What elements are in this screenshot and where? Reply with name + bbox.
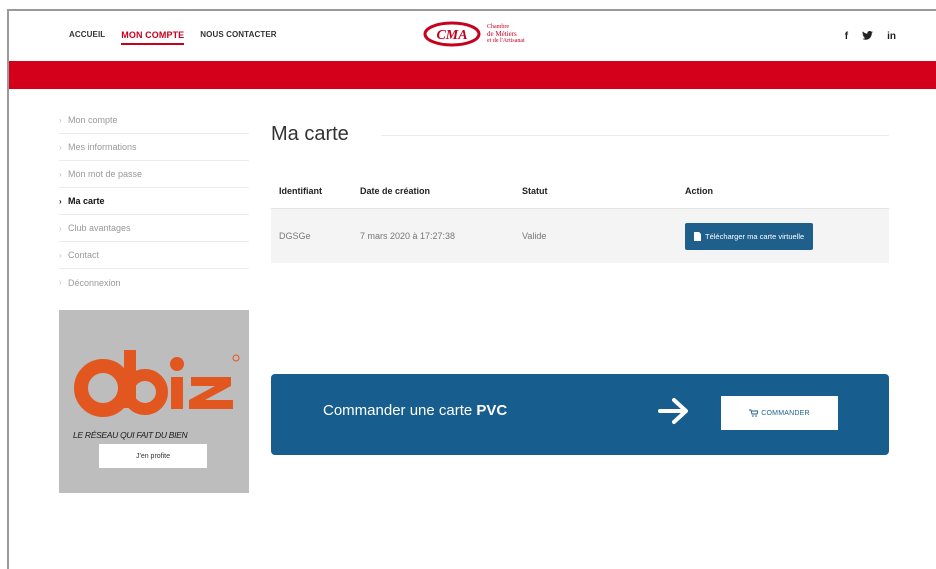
main-nav: ACCUEIL MON COMPTE NOUS CONTACTER (69, 30, 277, 45)
sidebar-item-ma-carte[interactable]: › Ma carte (59, 188, 249, 215)
sidebar-item-label: Club avantages (68, 223, 131, 233)
order-banner-prefix: Commander une carte (323, 402, 473, 419)
ad-tagline: LE RÉSEAU QUI FAIT DU BIEN (73, 430, 188, 440)
arrow-right-icon (658, 398, 688, 424)
chevron-right-icon: › (59, 169, 62, 179)
ad-cta-button[interactable]: J'en profite (99, 444, 207, 468)
twitter-icon[interactable] (862, 30, 874, 43)
linkedin-icon[interactable]: in (887, 31, 896, 43)
chevron-right-icon: › (59, 278, 62, 287)
sidebar-item-label: Mes informations (68, 142, 137, 152)
site-header: ACCUEIL MON COMPTE NOUS CONTACTER CMA Ch… (9, 11, 936, 61)
nav-mon-compte[interactable]: MON COMPTE (121, 30, 185, 45)
download-card-button[interactable]: Télécharger ma carte virtuelle (685, 222, 814, 250)
download-card-label: Télécharger ma carte virtuelle (705, 231, 805, 241)
svg-text:CMA: CMA (436, 28, 467, 43)
order-banner-text: Commander une carte PVC (323, 402, 507, 419)
cma-logo-mark: CMA (423, 21, 481, 47)
commander-label: COMMANDER (761, 409, 810, 417)
logo-line-3: et de l'Artisanat (487, 37, 525, 44)
chevron-right-icon: › (59, 115, 62, 125)
sidebar-item-label: Ma carte (68, 196, 105, 206)
page-title: Ma carte (271, 123, 349, 145)
order-pvc-banner: Commander une carte PVC COMMANDER (271, 374, 889, 455)
commander-button[interactable]: COMMANDER (721, 396, 838, 430)
sidebar-item-label: Mon mot de passe (68, 169, 143, 179)
header-identifiant: Identifiant (279, 185, 322, 196)
browser-frame: ACCUEIL MON COMPTE NOUS CONTACTER CMA Ch… (7, 9, 936, 569)
obiz-logo (74, 350, 240, 417)
sidebar-item-club-avantages[interactable]: › Club avantages (59, 215, 249, 242)
account-sidebar: › Mon compte › Mes informations › Mon mo… (59, 107, 249, 296)
title-divider (381, 135, 889, 136)
nav-nous-contacter[interactable]: NOUS CONTACTER (200, 30, 276, 45)
header-date-creation: Date de création (360, 185, 431, 196)
chevron-right-icon: › (59, 223, 62, 233)
red-banner-bar (9, 61, 936, 89)
sidebar-item-mon-mot-de-passe[interactable]: › Mon mot de passe (59, 161, 249, 188)
sidebar-item-contact[interactable]: › Contact (59, 242, 249, 269)
logo-line-2: de Métiers (487, 29, 517, 38)
sidebar-item-mon-compte[interactable]: › Mon compte (59, 107, 249, 134)
table-row: DGSGe 7 mars 2020 à 17:27:38 Valide Télé… (271, 209, 889, 263)
cma-logo-text: Chambre de Métiers et de l'Artisanat (487, 24, 525, 45)
cell-date: 7 mars 2020 à 17:27:38 (360, 231, 456, 241)
card-table: Identifiant Date de création Statut Acti… (271, 173, 889, 263)
cell-statut: Valide (522, 231, 547, 241)
chevron-right-icon: › (59, 142, 62, 152)
chevron-right-icon: › (59, 196, 62, 206)
facebook-icon[interactable]: f (845, 31, 848, 43)
cart-icon (749, 409, 759, 417)
sidebar-item-label: Déconnexion (68, 277, 121, 288)
nav-accueil[interactable]: ACCUEIL (69, 30, 105, 45)
social-links: f in (845, 30, 896, 43)
header-statut: Statut (522, 185, 548, 196)
sidebar-item-mes-informations[interactable]: › Mes informations (59, 134, 249, 161)
header-action: Action (685, 185, 713, 196)
sidebar-item-label: Contact (68, 250, 100, 260)
sidebar-item-label: Mon compte (68, 115, 118, 125)
chevron-right-icon: › (59, 250, 62, 260)
document-icon (694, 231, 701, 241)
cell-identifiant: DGSGe (279, 231, 311, 241)
table-header: Identifiant Date de création Statut Acti… (271, 173, 889, 209)
cell-action: Télécharger ma carte virtuelle (677, 222, 889, 250)
cma-logo[interactable]: CMA Chambre de Métiers et de l'Artisanat (423, 21, 525, 47)
sidebar-item-deconnexion[interactable]: › Déconnexion (59, 269, 249, 296)
obiz-ad[interactable]: LE RÉSEAU QUI FAIT DU BIEN J'en profite (59, 310, 249, 493)
order-banner-strong: PVC (476, 402, 508, 419)
